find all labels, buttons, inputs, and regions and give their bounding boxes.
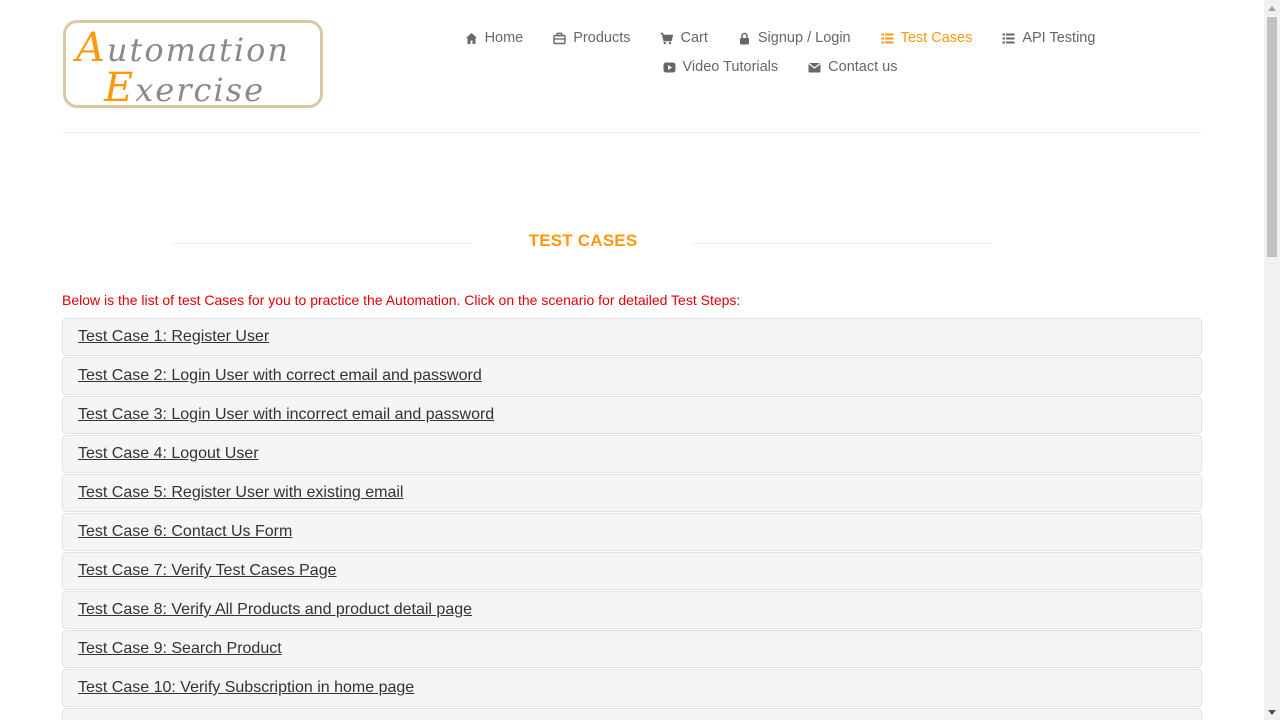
nav-item-label: API Testing bbox=[1022, 30, 1096, 46]
nav-item-cart[interactable]: Cart bbox=[645, 28, 722, 48]
test-case-link[interactable]: Test Case 3: Login User with incorrect e… bbox=[78, 406, 494, 424]
site-logo[interactable]: Automation Exercise bbox=[63, 20, 323, 111]
test-case-link[interactable]: Test Case 4: Logout User bbox=[78, 445, 259, 463]
test-case-link[interactable]: Test Case 9: Search Product bbox=[78, 640, 282, 658]
test-case-link[interactable]: Test Case 8: Verify All Products and pro… bbox=[78, 601, 472, 619]
test-case-row: Test Case 4: Logout User bbox=[62, 435, 1202, 473]
header-divider bbox=[62, 132, 1202, 133]
youtube-play-icon bbox=[663, 61, 676, 74]
lock-icon bbox=[738, 32, 751, 45]
test-case-row bbox=[62, 708, 1202, 720]
test-case-link[interactable]: Test Case 7: Verify Test Cases Page bbox=[78, 562, 337, 580]
page: Automation Exercise Home Products Cart Sign… bbox=[0, 0, 1264, 720]
nav-item-signup-login[interactable]: Signup / Login bbox=[723, 28, 866, 48]
briefcase-icon bbox=[553, 32, 566, 45]
test-case-row: Test Case 10: Verify Subscription in hom… bbox=[62, 669, 1202, 707]
logo-line-2: Exercise bbox=[104, 65, 265, 111]
logo-cap-a: A bbox=[76, 25, 107, 71]
scroll-thumb[interactable] bbox=[1267, 17, 1277, 257]
nav-item-contact-us[interactable]: Contact us bbox=[793, 57, 912, 77]
nav-item-home[interactable]: Home bbox=[450, 28, 539, 48]
page-title: TEST CASES bbox=[528, 231, 638, 250]
logo-rest-2: xercise bbox=[135, 71, 265, 109]
cart-icon bbox=[660, 32, 674, 45]
nav-item-label: Cart bbox=[680, 30, 708, 46]
logo-rest-1: utomation bbox=[106, 31, 291, 69]
test-case-row: Test Case 1: Register User bbox=[62, 318, 1202, 356]
test-case-list: Test Case 1: Register User Test Case 2: L… bbox=[62, 318, 1202, 720]
test-case-row: Test Case 9: Search Product bbox=[62, 630, 1202, 668]
intro-text: Below is the list of test Cases for you … bbox=[62, 292, 741, 308]
test-case-row: Test Case 2: Login User with correct ema… bbox=[62, 357, 1202, 395]
test-case-link[interactable]: Test Case 2: Login User with correct ema… bbox=[78, 367, 482, 385]
nav-row-2: Video Tutorials Contact us bbox=[440, 57, 1120, 77]
test-case-link[interactable]: Test Case 10: Verify Subscription in hom… bbox=[78, 679, 414, 697]
title-rule-left bbox=[172, 243, 472, 244]
test-case-row: Test Case 5: Register User with existing… bbox=[62, 474, 1202, 512]
home-icon bbox=[465, 32, 478, 45]
list-icon bbox=[1002, 32, 1015, 45]
scroll-down-arrow-icon[interactable] bbox=[1264, 704, 1280, 720]
test-case-row: Test Case 3: Login User with incorrect e… bbox=[62, 396, 1202, 434]
main-nav: Home Products Cart Signup / Login Test Cases… bbox=[440, 28, 1120, 86]
scroll-up-arrow-icon[interactable] bbox=[1264, 0, 1280, 16]
title-rule-right bbox=[692, 243, 992, 244]
nav-item-test-cases[interactable]: Test Cases bbox=[866, 28, 988, 48]
test-case-link[interactable]: Test Case 6: Contact Us Form bbox=[78, 523, 292, 541]
test-case-row: Test Case 7: Verify Test Cases Page bbox=[62, 552, 1202, 590]
logo-cap-e: E bbox=[104, 65, 136, 111]
nav-item-label: Test Cases bbox=[900, 30, 973, 46]
test-case-row: Test Case 6: Contact Us Form bbox=[62, 513, 1202, 551]
nav-item-label: Video Tutorials bbox=[682, 59, 779, 75]
nav-row-1: Home Products Cart Signup / Login Test Cases… bbox=[440, 28, 1120, 48]
envelope-icon bbox=[808, 61, 821, 74]
nav-item-video-tutorials[interactable]: Video Tutorials bbox=[648, 57, 794, 77]
nav-item-label: Home bbox=[484, 30, 524, 46]
list-icon bbox=[881, 32, 894, 45]
nav-item-api-testing[interactable]: API Testing bbox=[987, 28, 1110, 48]
test-case-link[interactable]: Test Case 1: Register User bbox=[78, 328, 269, 346]
test-case-row: Test Case 8: Verify All Products and pro… bbox=[62, 591, 1202, 629]
nav-item-label: Contact us bbox=[828, 59, 898, 75]
nav-item-label: Products bbox=[573, 30, 631, 46]
vertical-scrollbar[interactable] bbox=[1264, 0, 1280, 720]
nav-item-label: Signup / Login bbox=[757, 30, 851, 46]
nav-item-products[interactable]: Products bbox=[538, 28, 645, 48]
test-case-link[interactable]: Test Case 5: Register User with existing… bbox=[78, 484, 403, 502]
